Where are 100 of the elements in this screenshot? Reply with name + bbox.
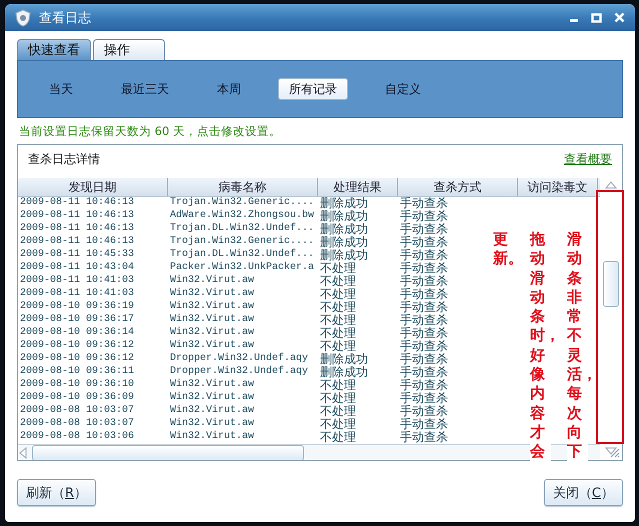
table-cell-text: Win32.Virut.aw (169, 431, 254, 444)
table-cell-text: 手动查杀 (399, 275, 448, 288)
table-cell-text: Win32.Virut.aw (169, 405, 254, 418)
column-header[interactable]: 处理结果 (318, 178, 398, 196)
maximize-icon[interactable] (591, 12, 602, 22)
table-cell-text: 删除成功 (319, 223, 368, 236)
table-cell-text: Trojan.DL.Win32.Undef... (169, 223, 314, 236)
retention-notice[interactable]: 当前设置日志保留天数为 60 天，点击修改设置。 (19, 124, 623, 144)
table-cell-text: 不处理 (319, 288, 356, 301)
table-cell-text: 2009-08-10 09:36:09 (19, 392, 134, 405)
table-cell-text: 手动查杀 (399, 249, 448, 262)
table-cell-text: Win32.Virut.aw (169, 314, 254, 326)
table-cell-text: 不处理 (319, 418, 356, 431)
resize-grip-icon (608, 446, 620, 458)
table-cell-text: 2009-08-11 10:46:13 (19, 223, 134, 236)
table-cell-text: Dropper.Win32.Undef.aqy (169, 353, 308, 366)
table-cell-text: 手动查杀 (399, 340, 448, 353)
table-cell-text: 2009-08-11 10:41:03 (19, 288, 134, 301)
table-cell-text: 不处理 (319, 327, 356, 340)
table-cell-text: 不处理 (319, 301, 356, 314)
summary-link[interactable]: 查看概要 (564, 151, 612, 178)
refresh-button[interactable]: 刷新（R） (17, 479, 96, 506)
table-cell-text: Trojan.DL.Win32.Undef... (169, 249, 314, 262)
table-cell-text: 2009-08-11 10:46:13 (19, 210, 134, 223)
table-cell-text: 2009-08-11 10:43:04 (19, 262, 134, 275)
table-cell-text: 2009-08-10 09:36:19 (19, 301, 134, 314)
table-cell-text: 手动查杀 (399, 379, 448, 392)
table-cell-text: 不处理 (319, 431, 356, 444)
table-cell-text: Packer.Win32.UnkPacker.a (169, 262, 314, 274)
vertical-scrollbar-thumb[interactable] (603, 261, 619, 307)
table-cell-text: Win32.Virut.aw (169, 288, 254, 300)
table-cell-text: 2009-08-10 09:36:10 (19, 379, 134, 392)
table-cell-text: 2009-08-08 10:03:06 (19, 431, 134, 444)
table-cell-text: 删除成功 (319, 249, 368, 262)
column-header[interactable]: 查杀方式 (398, 178, 518, 196)
column-header[interactable]: 病毒名称 (168, 178, 318, 196)
table-cell-text: 2009-08-11 10:46:13 (19, 197, 134, 210)
tab[interactable]: 操作 (93, 39, 165, 60)
table-cell-text: 2009-08-10 09:36:17 (19, 314, 134, 327)
table-cell-text: 手动查杀 (399, 431, 448, 444)
table-cell-text: 不处理 (319, 405, 356, 418)
window-title: 查看日志 (39, 10, 92, 26)
table-cell-text: 不处理 (319, 340, 356, 353)
table-cell-text: 不处理 (319, 275, 356, 288)
table-cell-text: 手动查杀 (399, 301, 448, 314)
scroll-down-icon (605, 447, 617, 456)
horizontal-scrollbar-thumb[interactable] (32, 445, 304, 460)
column-header[interactable]: 发现日期 (18, 178, 168, 196)
table-cell-text: 手动查杀 (399, 288, 448, 301)
table-cell-text: 手动查杀 (399, 366, 448, 379)
table-cell-text: 手动查杀 (399, 405, 448, 418)
shield-icon (15, 8, 31, 26)
table-cell-text: 删除成功 (319, 236, 368, 249)
filter-button[interactable]: 当天 (38, 78, 84, 100)
table-cell-text: Win32.Virut.aw (169, 327, 254, 340)
filter-button[interactable]: 本周 (206, 78, 252, 100)
table-cell-text: Win32.Virut.aw (169, 301, 254, 314)
table-cell-text: 手动查杀 (399, 353, 448, 366)
table-cell-text: 删除成功 (319, 210, 368, 223)
table-cell-text: 不处理 (319, 392, 356, 405)
table-cell-text: 手动查杀 (399, 210, 448, 223)
table-cell-text: AdWare.Win32.Zhongsou.bw (169, 210, 314, 222)
table-cell-text: 手动查杀 (399, 236, 448, 249)
table-cell-text: 删除成功 (319, 353, 368, 366)
column-header[interactable]: 访问染毒文 (518, 178, 598, 196)
table-cell-text: 手动查杀 (399, 327, 448, 340)
table-cell-text: 2009-08-11 10:45:33 (19, 249, 134, 262)
table-cell-text: 手动查杀 (399, 262, 448, 275)
close-icon[interactable] (614, 12, 625, 23)
table-cell-text: 删除成功 (319, 366, 368, 379)
table-cell-text: 删除成功 (319, 197, 368, 210)
table-cell-text: 不处理 (319, 262, 356, 275)
table-cell-text: 手动查杀 (399, 197, 448, 210)
filter-button[interactable]: 最近三天 (110, 78, 180, 100)
table-cell-text: 2009-08-11 10:41:03 (19, 275, 134, 288)
tab[interactable]: 快速查看 (17, 39, 91, 60)
table-cell-text: Win32.Virut.aw (169, 275, 254, 288)
table-cell-text: Win32.Virut.aw (169, 340, 254, 352)
close-button[interactable]: 关闭（C） (544, 479, 623, 506)
table-cell-text: 2009-08-10 09:36:14 (19, 327, 134, 340)
table-cell-text: 手动查杀 (399, 392, 448, 405)
table-cell-text: 不处理 (319, 314, 356, 327)
table-cell-text: Win32.Virut.aw (169, 392, 254, 404)
scroll-up-icon (605, 180, 617, 189)
table-cell-text: 手动查杀 (399, 314, 448, 327)
table-cell-text: 2009-08-08 10:03:07 (19, 405, 134, 418)
table-cell-text: Dropper.Win32.Undef.aqy (169, 366, 308, 378)
table-cell-text: Win32.Virut.aw (169, 418, 254, 430)
table-cell-text: 2009-08-10 09:36:12 (19, 353, 134, 366)
table-cell-text: 手动查杀 (399, 418, 448, 431)
table-cell-text: Win32.Virut.aw (169, 379, 254, 392)
table-cell-text: Trojan.Win32.Generic.... (169, 236, 314, 248)
filter-button[interactable]: 所有记录 (278, 78, 348, 100)
table-cell-text: 手动查杀 (399, 223, 448, 236)
table-cell-text: 2009-08-11 10:46:13 (19, 236, 134, 249)
table-cell-text: 2009-08-10 09:36:12 (19, 340, 134, 353)
table-cell-text: 2009-08-10 09:36:11 (19, 366, 134, 379)
table-cell-text: 不处理 (319, 379, 356, 392)
panel-title: 查杀日志详情 (28, 151, 100, 168)
filter-button[interactable]: 自定义 (374, 78, 432, 100)
